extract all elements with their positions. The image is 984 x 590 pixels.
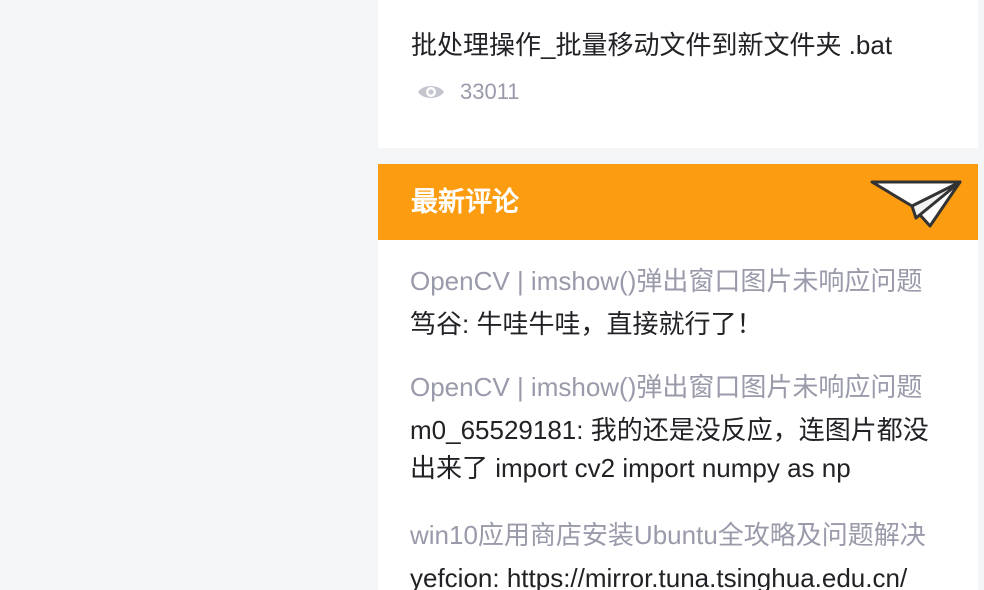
latest-comments-card: 最新评论 OpenCV | imshow()弹出窗口图片未响应问题 笃谷: 牛哇… (378, 164, 978, 590)
hot-article-title[interactable]: 批处理操作_批量移动文件到新文件夹 .bat (411, 26, 971, 64)
comment-text: yefcion: https://mirror.tuna.tsinghua.ed… (410, 563, 908, 590)
comment-text: 笃谷: 牛哇牛哇，直接就行了！ (410, 309, 763, 339)
paper-plane-icon (870, 180, 962, 228)
comment-article-link[interactable]: OpenCV | imshow()弹出窗口图片未响应问题 (410, 369, 940, 405)
latest-comments-header: 最新评论 (378, 164, 978, 240)
comment-item: OpenCV | imshow()弹出窗口图片未响应问题 笃谷: 牛哇牛哇，直接… (410, 263, 940, 343)
comment-article-link[interactable]: OpenCV | imshow()弹出窗口图片未响应问题 (410, 263, 940, 299)
comment-article-link[interactable]: win10应用商店安装Ubuntu全攻略及问题解决 (410, 517, 940, 553)
hot-article-card: 批处理操作_批量移动文件到新文件夹 .bat 33011 (378, 0, 978, 148)
latest-comments-title: 最新评论 (411, 187, 519, 217)
view-count-value: 33011 (460, 79, 520, 104)
eye-icon (418, 86, 444, 98)
comment-text: m0_65529181: 我的还是没反应，连图片都没出来了 import cv2… (410, 415, 929, 483)
view-count: 33011 (416, 78, 520, 106)
comment-item: OpenCV | imshow()弹出窗口图片未响应问题 m0_65529181… (410, 369, 940, 487)
comment-item: win10应用商店安装Ubuntu全攻略及问题解决 yefcion: https… (410, 517, 940, 590)
